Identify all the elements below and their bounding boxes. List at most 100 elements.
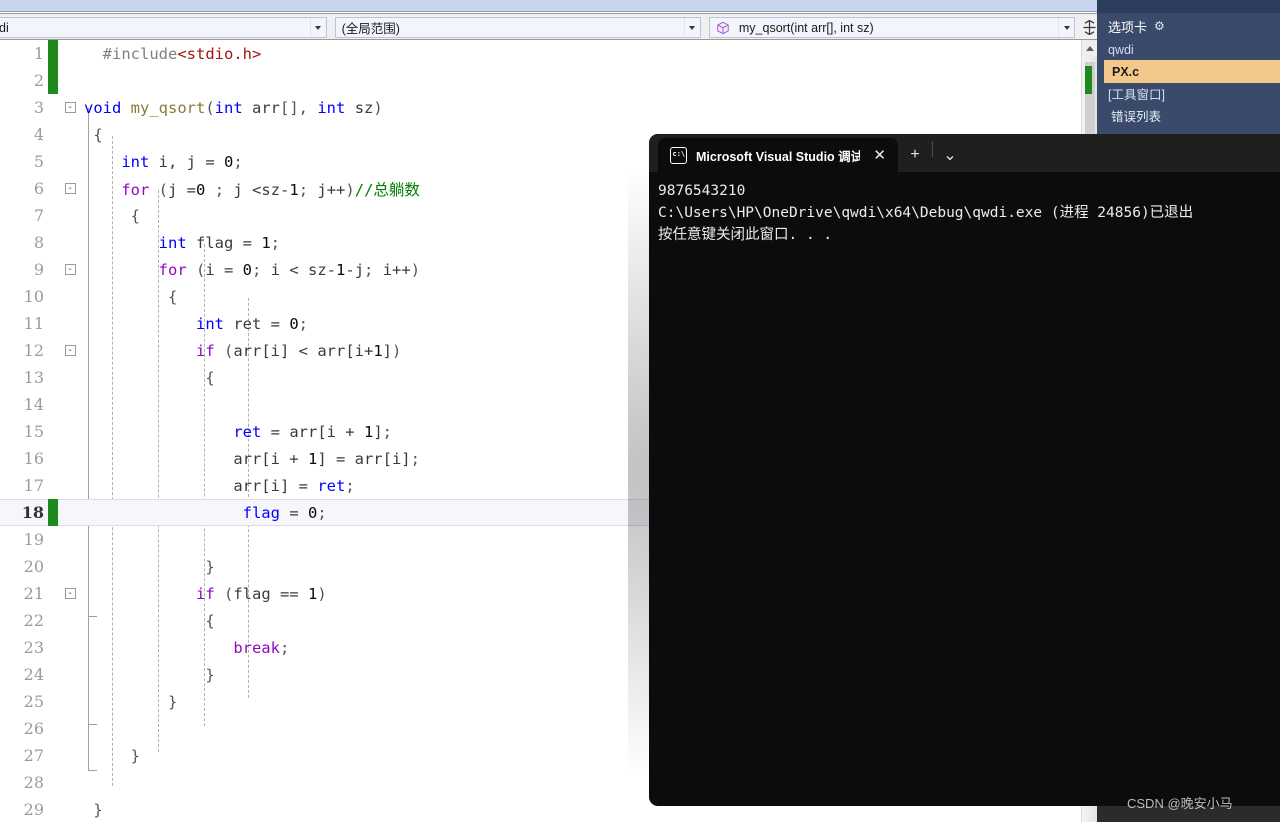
code-line[interactable]: 3- void my_qsort(int arr[], int sz) [0,94,1081,121]
debug-console-window[interactable]: Microsoft Visual Studio 调试控 ✕ + ⌄ 987654… [649,134,1280,806]
tabs-switcher-panel[interactable]: 选项卡 ⚙ qwdi PX.c [工具窗口] 错误列表 [1097,13,1280,135]
plus-icon[interactable]: + [898,138,932,172]
fold-toggle-icon[interactable]: - [58,256,82,283]
code-text: arr[i + 1] = arr[i]; [233,449,420,468]
line-number: 16 [23,449,44,468]
fold-toggle-icon[interactable]: - [58,94,82,121]
code-text: } [205,665,215,684]
line-number: 2 [33,71,44,90]
console-output: 9876543210 C:\Users\HP\OneDrive\qwdi\x64… [658,183,1194,243]
tabs-item-error-list[interactable]: 错误列表 [1097,104,1280,127]
change-bar [48,283,58,310]
code-text: } [205,557,215,576]
line-number: 21 [23,584,44,603]
scope-combo[interactable]: (全局范围) [334,17,701,38]
split-window-icon[interactable] [1081,17,1097,38]
chevron-down-icon[interactable] [309,18,326,37]
tabs-item-px-c[interactable]: PX.c [1104,60,1280,83]
change-bar [48,256,58,283]
vs-code-editor-screen: di (全局范围) my_qsort(int arr[], int sz) [0,0,1280,822]
tabs-group-label-documents: qwdi [1108,42,1134,57]
line-number: 4 [33,125,44,144]
close-icon[interactable]: ✕ [869,148,890,163]
code-text: #include<stdio.h> [102,44,262,63]
code-text: { [205,368,215,387]
fold-toggle-icon[interactable]: - [58,337,82,364]
change-bar [48,202,58,229]
code-text: { [130,206,141,225]
code-line[interactable]: 2 [0,67,1081,94]
change-bar [48,391,58,418]
line-number: 24 [23,665,44,684]
change-bar [48,40,58,67]
chevron-down-icon[interactable] [1058,18,1074,37]
code-text: { [205,611,215,630]
gear-icon[interactable]: ⚙ [1154,19,1165,33]
code-text: } [168,692,178,711]
csdn-watermark: CSDN @晚安小马 [1127,796,1233,811]
console-titlebar: Microsoft Visual Studio 调试控 ✕ + ⌄ [649,134,1280,172]
line-number: 29 [23,800,44,819]
line-number: 5 [33,152,44,171]
code-text: int ret = 0; [195,314,309,333]
change-bar [48,499,58,526]
line-number: 14 [23,395,44,414]
change-bar [48,310,58,337]
code-text: if (flag == 1) [195,584,327,603]
chevron-down-icon[interactable]: ⌄ [933,138,967,172]
line-number: 3 [33,98,44,117]
line-number: 23 [23,638,44,657]
code-text: if (arr[i] < arr[i+1]) [195,341,402,360]
line-number: 17 [23,476,44,495]
line-number: 19 [23,530,44,549]
change-bar [48,742,58,769]
member-combo[interactable]: my_qsort(int arr[], int sz) [708,17,1076,38]
cube-icon [717,21,729,34]
code-text: arr[i] = ret; [233,476,355,495]
line-number: 8 [33,233,44,252]
chevron-down-icon[interactable] [683,18,700,37]
line-number: 25 [23,692,44,711]
code-text: void my_qsort(int arr[], int sz) [84,98,383,117]
project-combo[interactable]: di [0,17,327,38]
change-bar [48,634,58,661]
caret-up-icon[interactable] [1082,40,1097,56]
member-combo-value: my_qsort(int arr[], int sz) [738,20,874,35]
line-number: 15 [23,422,44,441]
console-tab[interactable]: Microsoft Visual Studio 调试控 ✕ [658,138,898,172]
line-number: 1 [33,44,44,63]
fold-toggle-icon[interactable]: - [58,175,82,202]
line-number: 22 [23,611,44,630]
change-bar [48,661,58,688]
code-text: break; [233,638,290,657]
tabs-group-label-toolwindows: [工具窗口] [1108,88,1165,102]
change-bar [48,175,58,202]
line-number: 6 [33,179,44,198]
line-number: 9 [33,260,44,279]
code-line[interactable]: 1 #include<stdio.h> [0,40,1081,67]
change-bar [48,229,58,256]
fold-toggle-icon[interactable]: - [58,580,82,607]
change-bar [48,472,58,499]
code-text: for (j =0 ; j <sz-1; j++)//总躺数 [121,180,420,199]
change-bar [48,445,58,472]
tabs-panel-header: 选项卡 ⚙ [1097,13,1280,39]
change-bar [48,67,58,94]
line-number: 13 [23,368,44,387]
editor-navigation-bar: di (全局范围) my_qsort(int arr[], int sz) [0,13,1097,40]
